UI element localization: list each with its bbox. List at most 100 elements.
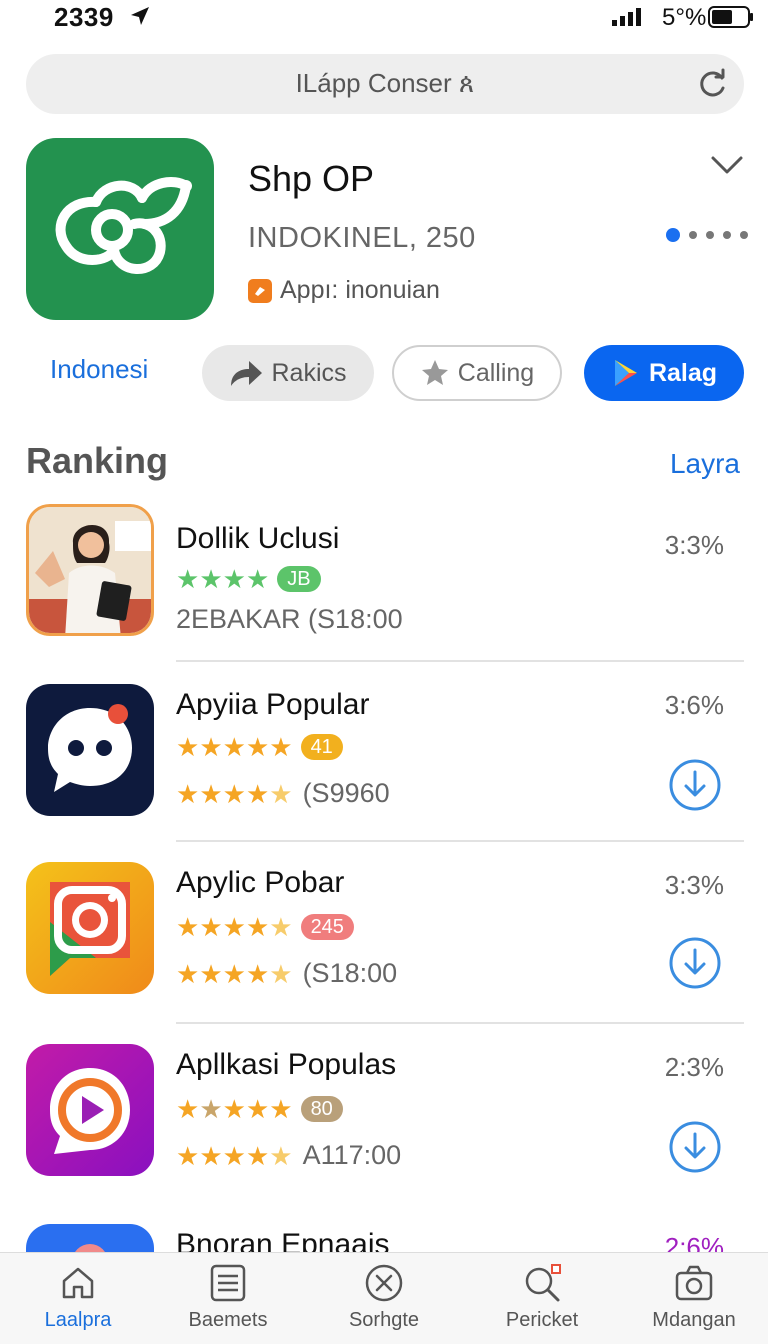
star-icon: ★ [269,732,293,762]
star-icon: ★ [245,958,270,989]
app-meta-text: Appı: inonuian [280,276,440,304]
language-link[interactable]: Indonesi [50,354,148,385]
app-meta: Appı: inonuian [248,276,440,305]
star-icon: ★ [176,1140,200,1171]
page-dot[interactable] [706,231,714,239]
chat-app-icon [26,684,154,816]
rating-row: ★ ★ ★ ★ ★ 245 [176,914,354,940]
download-icon[interactable] [668,758,722,812]
star-icon: ★ [222,912,246,942]
tab-label: Pericket [505,1309,579,1331]
tab-home[interactable]: Laalpra [18,1263,138,1332]
star-icon: ★ [222,1094,246,1124]
reload-icon[interactable] [694,66,730,102]
rakics-label: Rakics [271,358,347,387]
tab-search[interactable]: Pericket [482,1263,602,1332]
signal-icon [612,8,641,26]
star-icon: ★ [245,1094,270,1124]
battery-icon [708,6,753,28]
page-dot[interactable] [689,231,697,239]
star-icon: ★ [222,564,246,594]
close-circle-icon [365,1264,403,1302]
star-icon [421,360,448,385]
star-icon: ★ [222,732,246,762]
star-icon: ★ [269,1094,293,1124]
tab-label: Laalpra [44,1309,112,1331]
search-input[interactable]: ILápp Conser ጰ [26,68,744,100]
search-bar[interactable]: ILápp Conser ጰ [26,54,744,114]
rank-percent: 3:3% [664,530,724,560]
page-dots[interactable] [666,228,748,242]
app-name: Apyiia Popular [176,688,370,721]
rakics-button[interactable]: Rakics [202,345,374,401]
share-arrow-icon [231,361,263,386]
star-icon: ★ [176,1094,200,1124]
rating-badge: JB [277,566,321,592]
row-divider [176,840,744,842]
play-store-icon [614,360,637,386]
meta-row: 2EBAKAR (S18:00 [176,604,403,635]
star-icon: ★ [222,778,246,809]
star-icon: ★ [269,778,293,809]
rating-row: ★ ★ ★ ★ ★ 41 [176,734,343,760]
star-icon: ★ [199,1094,223,1124]
app-meta-text: A117:00 [302,1140,402,1170]
star-icon: ★ [269,958,293,989]
meta-row: ★ ★ ★ ★ ★ A117:00 [176,1140,401,1171]
star-icon: ★ [199,1140,223,1171]
app-name: Apllkasi Populas [176,1048,397,1081]
app-meta-text: 2EBAKAR (S18:00 [176,604,403,634]
star-icon: ★ [199,778,223,809]
rank-percent: 3:6% [664,690,724,720]
download-icon[interactable] [668,936,722,990]
tab-label: Sorhgte [348,1309,420,1331]
battery-percent: 5°% [662,4,707,31]
row-divider [176,660,744,662]
star-icon: ★ [176,912,200,942]
home-icon [62,1267,94,1299]
star-icon: ★ [176,564,200,594]
tab-camera[interactable]: Mdangan [634,1263,754,1332]
page-dot[interactable] [723,231,731,239]
star-icon: ★ [222,958,246,989]
tab-close[interactable]: Sorhgte [324,1263,444,1332]
camera-icon [675,1265,713,1301]
tab-list[interactable]: Baemets [168,1263,288,1332]
chevron-down-icon[interactable] [710,152,744,180]
tab-label: Baemets [188,1309,268,1331]
flower-logo-icon [55,177,192,274]
meta-row: ★ ★ ★ ★ ★ (S18:00 [176,958,397,989]
row-divider [176,1022,744,1024]
meta-row: ★ ★ ★ ★ ★ (S9960 [176,778,390,809]
tab-label: Mdangan [652,1309,736,1331]
ralag-button[interactable]: Ralag [584,345,744,401]
star-icon: ★ [176,778,200,809]
download-icon[interactable] [668,1120,722,1174]
status-time: 2339 [54,2,114,32]
star-icon: ★ [199,958,223,989]
calling-button[interactable]: Calling [392,345,562,401]
app-name: Dollik Uclusi [176,522,340,555]
app-icon [26,138,214,320]
rating-row: ★ ★ ★ ★ ★ 80 [176,1096,343,1122]
ranking-see-all-link[interactable]: Layra [670,448,740,480]
star-icon: ★ [199,564,223,594]
star-icon: ★ [245,778,270,809]
star-icon: ★ [245,564,270,594]
star-icon: ★ [176,958,200,989]
rating-badge: 245 [300,914,354,940]
video-app-icon [26,1044,154,1176]
calling-label: Calling [457,358,535,387]
rating-row: ★ ★ ★ ★ JB [176,566,321,592]
star-icon: ★ [245,1140,270,1171]
camera-app-icon [26,862,154,994]
star-icon: ★ [245,732,270,762]
location-arrow-icon [131,7,149,25]
page-dot-active[interactable] [666,228,680,242]
rating-badge: 41 [300,734,343,760]
page-dot[interactable] [740,231,748,239]
rank-percent: 2:3% [664,1052,724,1082]
app-thumbnail-photo [26,504,154,636]
list-icon [210,1264,246,1302]
bottom-tab-bar: Laalpra Baemets Sorhgte Pericket Mdangan [0,1252,768,1344]
